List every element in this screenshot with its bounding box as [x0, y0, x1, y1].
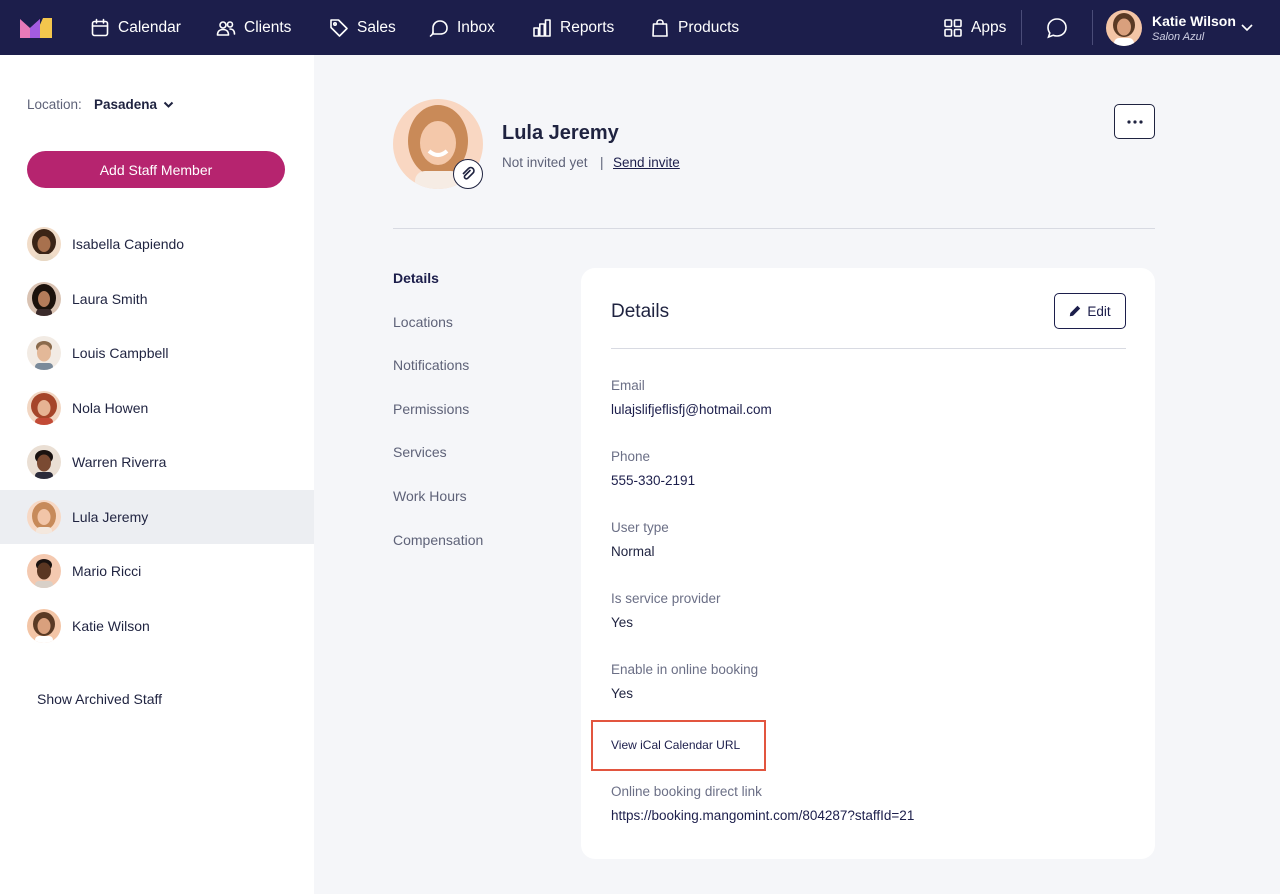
staff-sidebar: Location: Pasadena Add Staff Member Isab…	[0, 55, 314, 894]
nav-apps-label: Apps	[971, 18, 1007, 36]
staff-row-warren-riverra[interactable]: Warren Riverra	[0, 435, 314, 490]
avatar	[27, 281, 61, 316]
top-navbar: Calendar Clients Sales Inbox Reports Pro…	[0, 0, 1280, 55]
edit-photo-button[interactable]	[453, 159, 483, 189]
current-user-org: Salon Azul	[1152, 31, 1205, 43]
bar-chart-icon	[533, 18, 551, 37]
service-provider-value: Yes	[611, 615, 634, 630]
users-icon	[216, 20, 236, 36]
location-value: Pasadena	[94, 97, 158, 112]
booking-link-value[interactable]: https://booking.mangomint.com/804287?sta…	[611, 808, 914, 823]
nav-reports-label: Reports	[560, 18, 615, 36]
nav-apps[interactable]: Apps	[943, 0, 1006, 55]
location-selector[interactable]: Pasadena	[94, 97, 174, 112]
staff-name: Warren Riverra	[72, 454, 167, 471]
location-label: Location:	[27, 97, 82, 112]
staff-row-katie-wilson[interactable]: Katie Wilson	[0, 599, 314, 654]
more-options-button[interactable]	[1114, 104, 1155, 139]
profile-name: Lula Jeremy	[502, 122, 619, 144]
apps-grid-icon	[944, 18, 962, 37]
subnav-permissions[interactable]: Permissions	[393, 401, 483, 445]
staff-name: Louis Campbell	[72, 345, 169, 362]
header-divider	[393, 228, 1155, 229]
invite-separator: |	[600, 155, 604, 170]
chevron-down-icon[interactable]	[1240, 20, 1254, 34]
phone-label: Phone	[611, 449, 651, 464]
staff-name: Mario Ricci	[72, 563, 142, 580]
staff-row-louis-campbell[interactable]: Louis Campbell	[0, 326, 314, 381]
add-staff-member-button[interactable]: Add Staff Member	[27, 151, 285, 188]
nav-sales[interactable]: Sales	[329, 0, 396, 55]
staff-name: Isabella Capiendo	[72, 236, 185, 253]
details-title: Details	[611, 301, 670, 322]
send-invite-link[interactable]: Send invite	[613, 155, 680, 170]
details-card: Details Edit Email lulajslifjeflisfj@hot…	[581, 268, 1155, 859]
nav-clients-label: Clients	[244, 18, 292, 36]
email-value[interactable]: lulajslifjeflisfj@hotmail.com	[611, 402, 772, 417]
edit-details-button[interactable]: Edit	[1054, 293, 1126, 329]
tag-icon	[330, 18, 348, 37]
show-archived-staff-link[interactable]: Show Archived Staff	[37, 691, 162, 707]
nav-inbox-label: Inbox	[457, 18, 495, 36]
user-type-value: Normal	[611, 544, 655, 559]
online-booking-value: Yes	[611, 686, 634, 701]
nav-products[interactable]: Products	[650, 0, 739, 55]
staff-row-nola-howen[interactable]: Nola Howen	[0, 381, 314, 436]
subnav-services[interactable]: Services	[393, 444, 483, 488]
avatar	[27, 390, 61, 425]
profile-subnav: Details Locations Notifications Permissi…	[393, 270, 483, 575]
chevron-down-icon	[163, 101, 174, 108]
more-horizontal-icon	[1126, 119, 1143, 124]
avatar	[27, 608, 61, 643]
staff-row-isabella-capiendo[interactable]: Isabella Capiendo	[0, 217, 314, 272]
phone-value[interactable]: 555-330-2191	[611, 473, 695, 488]
current-user-avatar[interactable]	[1106, 10, 1142, 46]
avatar	[27, 499, 61, 534]
nav-inbox[interactable]: Inbox	[429, 0, 495, 55]
subnav-details[interactable]: Details	[393, 270, 483, 314]
view-ical-calendar-url-link[interactable]: View iCal Calendar URL	[611, 738, 740, 752]
staff-row-lula-jeremy[interactable]: Lula Jeremy	[0, 489, 314, 544]
chat-bubble-icon[interactable]	[1045, 16, 1069, 40]
subnav-notifications[interactable]: Notifications	[393, 357, 483, 401]
paperclip-icon	[462, 166, 475, 180]
current-user-name[interactable]: Katie Wilson	[1152, 13, 1236, 29]
service-provider-label: Is service provider	[611, 591, 721, 606]
staff-name: Nola Howen	[72, 399, 149, 416]
staff-name: Laura Smith	[72, 290, 148, 307]
subnav-compensation[interactable]: Compensation	[393, 532, 483, 576]
staff-row-laura-smith[interactable]: Laura Smith	[0, 272, 314, 327]
nav-sales-label: Sales	[357, 18, 396, 36]
subnav-locations[interactable]: Locations	[393, 314, 483, 358]
details-divider	[611, 348, 1126, 349]
inbox-chat-icon	[429, 19, 448, 37]
staff-name: Lula Jeremy	[72, 508, 149, 525]
nav-calendar[interactable]: Calendar	[90, 0, 181, 55]
edit-label: Edit	[1087, 303, 1111, 319]
staff-list: Isabella Capiendo Laura Smith Louis Camp…	[0, 217, 314, 653]
avatar	[27, 336, 61, 371]
subnav-work-hours[interactable]: Work Hours	[393, 488, 483, 532]
avatar	[27, 554, 61, 589]
nav-products-label: Products	[678, 18, 740, 36]
nav-calendar-label: Calendar	[118, 18, 181, 36]
invite-status: Not invited yet	[502, 155, 588, 170]
staff-row-mario-ricci[interactable]: Mario Ricci	[0, 544, 314, 599]
pencil-icon	[1070, 305, 1081, 317]
nav-divider	[1092, 10, 1093, 45]
shopping-bag-icon	[652, 18, 668, 37]
avatar	[27, 445, 61, 480]
calendar-icon	[91, 18, 109, 36]
online-booking-label: Enable in online booking	[611, 662, 759, 677]
mangomint-logo-icon[interactable]	[20, 16, 52, 38]
nav-divider	[1021, 10, 1022, 45]
booking-link-label: Online booking direct link	[611, 784, 762, 799]
staff-name: Katie Wilson	[72, 617, 150, 634]
avatar	[27, 227, 61, 262]
user-type-label: User type	[611, 520, 669, 535]
email-label: Email	[611, 378, 645, 393]
nav-reports[interactable]: Reports	[532, 0, 614, 55]
nav-clients[interactable]: Clients	[216, 0, 291, 55]
